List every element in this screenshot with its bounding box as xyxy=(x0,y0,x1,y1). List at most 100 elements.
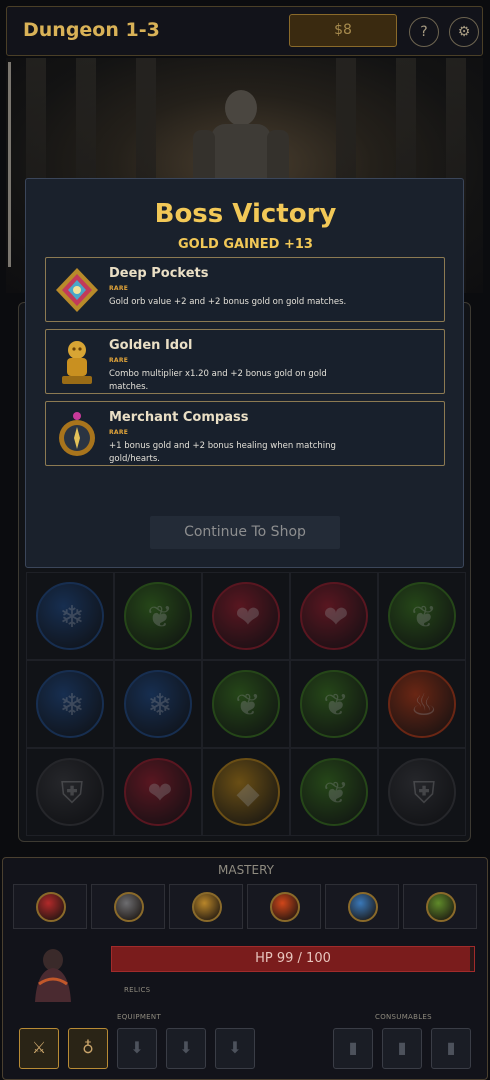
relics-label: RELICS xyxy=(124,986,151,994)
ice-icon: ❄ xyxy=(147,688,173,723)
shield-orb[interactable]: ⛨ xyxy=(36,758,104,826)
player-panel: MASTERY HP 99 / 100 RELICS EQUIPMENT CON… xyxy=(2,857,488,1080)
mastery-slot-shield[interactable] xyxy=(91,884,165,929)
scrollbar[interactable] xyxy=(8,62,11,267)
orb-cell[interactable]: ⛨ xyxy=(26,748,114,836)
orb-cell[interactable]: ❄ xyxy=(26,572,114,660)
mastery-slot-gold[interactable] xyxy=(169,884,243,929)
mastery-label: MASTERY xyxy=(218,863,274,877)
ice-mastery-icon xyxy=(348,892,378,922)
leaf-orb[interactable]: ❦ xyxy=(388,582,456,650)
heart-orb[interactable]: ❤ xyxy=(300,582,368,650)
orb-cell[interactable]: ❦ xyxy=(290,748,378,836)
orb-cell[interactable]: ❦ xyxy=(378,572,466,660)
equipment-slot-amulet[interactable]: ♁ xyxy=(68,1028,108,1069)
orb-cell[interactable]: ❄ xyxy=(26,660,114,748)
gold-mastery-icon xyxy=(192,892,222,922)
shield-icon: ⛨ xyxy=(412,776,436,811)
orb-cell[interactable]: ❦ xyxy=(202,660,290,748)
equipment-slot-sword[interactable]: ⚔ xyxy=(19,1028,59,1069)
mastery-slot-ice[interactable] xyxy=(325,884,399,929)
leaf-icon: ❦ xyxy=(235,688,261,723)
consumable-slot-empty[interactable]: ▮ xyxy=(333,1028,373,1069)
mastery-slot-fire[interactable] xyxy=(247,884,321,929)
help-button[interactable]: ? xyxy=(409,17,439,47)
orb-cell[interactable]: ❄ xyxy=(114,660,202,748)
hp-bar-empty xyxy=(470,947,474,971)
boss-victory-modal: Boss Victory GOLD GAINED +13 Deep Pocket… xyxy=(25,178,464,568)
reward-option[interactable]: Golden Idol RARE Combo multiplier x1.20 … xyxy=(45,329,445,394)
ice-orb[interactable]: ❄ xyxy=(36,582,104,650)
reward-description: +1 bonus gold and +2 bonus healing when … xyxy=(109,441,336,464)
idol-icon xyxy=(62,341,92,384)
reward-description: Gold orb value +2 and +2 bonus gold on g… xyxy=(109,297,347,307)
slot-placeholder-icon: ⬇ xyxy=(228,1038,242,1057)
leaf-orb[interactable]: ❦ xyxy=(300,670,368,738)
potion-placeholder-icon: ▮ xyxy=(446,1038,456,1057)
reward-rarity: RARE xyxy=(109,429,129,436)
shield-icon: ⛨ xyxy=(60,776,84,811)
compass-icon xyxy=(59,412,95,456)
equipment-label: EQUIPMENT xyxy=(117,1013,162,1021)
equipment-slot-empty[interactable]: ⬇ xyxy=(166,1028,206,1069)
leaf-orb[interactable]: ❦ xyxy=(212,670,280,738)
orb-cell[interactable]: ❤ xyxy=(290,572,378,660)
ice-orb[interactable]: ❄ xyxy=(36,670,104,738)
dungeon-title: Dungeon 1-3 xyxy=(23,19,160,41)
leaf-orb[interactable]: ❦ xyxy=(124,582,192,650)
gold-counter: $8 xyxy=(289,14,397,47)
modal-title: Boss Victory xyxy=(154,199,337,229)
hero-portrait xyxy=(35,949,71,1002)
potion-placeholder-icon: ▮ xyxy=(397,1038,407,1057)
reward-option[interactable]: Merchant Compass RARE +1 bonus gold and … xyxy=(45,401,445,466)
slot-placeholder-icon: ⬇ xyxy=(179,1038,193,1057)
reward-rarity: RARE xyxy=(109,285,129,292)
gold-orb[interactable]: ◆ xyxy=(212,758,280,826)
mastery-slot-leaf[interactable] xyxy=(403,884,477,929)
orb-cell[interactable]: ❦ xyxy=(114,572,202,660)
leaf-orb[interactable]: ❦ xyxy=(300,758,368,826)
gold-icon: ◆ xyxy=(236,776,260,811)
heart-icon: ❤ xyxy=(323,600,349,635)
leaf-icon: ❦ xyxy=(323,776,349,811)
star-gem-icon xyxy=(56,268,98,312)
consumable-slot-empty[interactable]: ▮ xyxy=(431,1028,471,1069)
continue-to-shop-button[interactable]: Continue To Shop xyxy=(150,516,340,549)
shield-mastery-icon xyxy=(114,892,144,922)
orb-cell[interactable]: ♨ xyxy=(378,660,466,748)
reward-option[interactable]: Deep Pockets RARE Gold orb value +2 and … xyxy=(45,257,445,322)
hp-text: HP 99 / 100 xyxy=(255,951,331,966)
sword-icon: ⚔ xyxy=(31,1038,47,1057)
orb-cell[interactable]: ◆ xyxy=(202,748,290,836)
potion-placeholder-icon: ▮ xyxy=(348,1038,358,1057)
ice-orb[interactable]: ❄ xyxy=(124,670,192,738)
orb-cell[interactable]: ❤ xyxy=(202,572,290,660)
reward-name: Golden Idol xyxy=(109,338,193,353)
orb-cell[interactable]: ❤ xyxy=(114,748,202,836)
reward-name: Deep Pockets xyxy=(109,266,209,281)
orb-cell[interactable]: ❦ xyxy=(290,660,378,748)
gold-gained-text: GOLD GAINED +13 xyxy=(178,237,313,252)
equipment-slot-empty[interactable]: ⬇ xyxy=(117,1028,157,1069)
fire-orb[interactable]: ♨ xyxy=(388,670,456,738)
reward-rarity: RARE xyxy=(109,357,129,364)
shield-orb[interactable]: ⛨ xyxy=(388,758,456,826)
heart-orb[interactable]: ❤ xyxy=(212,582,280,650)
hp-bar: HP 99 / 100 xyxy=(111,946,475,972)
equipment-slot-empty[interactable]: ⬇ xyxy=(215,1028,255,1069)
consumable-slot-empty[interactable]: ▮ xyxy=(382,1028,422,1069)
gear-icon: ⚙ xyxy=(457,24,471,40)
heart-icon: ❤ xyxy=(235,600,261,635)
leaf-icon: ❦ xyxy=(323,688,349,723)
fire-mastery-icon xyxy=(270,892,300,922)
leaf-icon: ❦ xyxy=(147,600,173,635)
top-bar: Dungeon 1-3 $8 ? ⚙ xyxy=(6,6,483,56)
reward-description: Combo multiplier x1.20 and +2 bonus gold… xyxy=(109,369,327,392)
mastery-slot-heart[interactable] xyxy=(13,884,87,929)
heart-orb[interactable]: ❤ xyxy=(124,758,192,826)
heart-icon: ❤ xyxy=(147,776,173,811)
slot-placeholder-icon: ⬇ xyxy=(130,1038,144,1057)
orb-cell[interactable]: ⛨ xyxy=(378,748,466,836)
leaf-icon: ❦ xyxy=(411,600,437,635)
settings-button[interactable]: ⚙ xyxy=(449,17,479,47)
